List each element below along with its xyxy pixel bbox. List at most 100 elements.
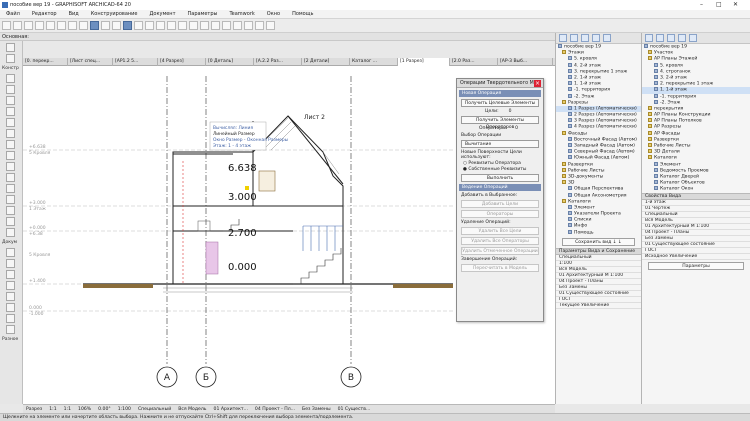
tab-1[interactable]: [Лист спец... (68, 57, 113, 66)
pen-set-select[interactable]: 01 Архитект... (214, 407, 248, 412)
delete-all-targets-button[interactable]: Удалить Все Цели (461, 227, 539, 235)
scale-select[interactable]: 1:100 (118, 407, 131, 412)
publisher-icon-2[interactable] (678, 34, 686, 42)
beam-tool-icon[interactable] (6, 96, 15, 105)
print-icon[interactable] (35, 21, 44, 30)
get-targets-button[interactable]: Получить Целевые Элементы (461, 99, 539, 107)
navigator-item[interactable]: Помощь (556, 229, 641, 236)
guide-icon[interactable] (101, 21, 110, 30)
rotation-angle[interactable]: 0.00° (98, 407, 111, 412)
navigator-prop-row[interactable]: Текущее Увеличение (556, 303, 641, 309)
cursor-snap-icon[interactable] (90, 21, 99, 30)
delete-all-operators-button[interactable]: Удалить Все Операторы (461, 237, 539, 245)
tab-5[interactable]: [A.2.2 Раз... (254, 57, 302, 66)
tab-4[interactable]: [0 Деталь] (206, 57, 254, 66)
override-select[interactable]: Без Замены (302, 407, 331, 412)
menu-window[interactable]: Окно (267, 11, 280, 17)
zone-tool-icon[interactable] (6, 206, 15, 215)
add-targets-button[interactable]: Добавить Цели (461, 200, 539, 208)
dimension-tool-icon[interactable] (6, 248, 15, 257)
column-tool-icon[interactable] (6, 85, 15, 94)
arc-tool-icon[interactable] (6, 314, 15, 323)
execute-button[interactable]: Выполнить (461, 174, 539, 182)
maximize-button[interactable]: □ (716, 1, 722, 8)
orbit-icon[interactable] (255, 21, 264, 30)
tab-2[interactable]: [АР1.2 5... (113, 57, 158, 66)
add-operators-button[interactable]: Операторы (461, 210, 539, 218)
marquee-tool-icon[interactable] (6, 54, 15, 63)
quick-option-0[interactable]: Разрез (26, 407, 42, 412)
renovation-select[interactable]: 01 Существ... (338, 407, 371, 412)
navigator-item[interactable]: Южный Фасад (Автом) (556, 155, 641, 161)
layout-book-icon-2[interactable] (667, 34, 675, 42)
view-settings-button[interactable]: Параметры (648, 261, 744, 270)
zoom-in-icon[interactable] (211, 21, 220, 30)
arrow-icon[interactable] (68, 21, 77, 30)
radio-operator-attributes[interactable]: ○ Реквизиты Оператора (463, 161, 537, 166)
view-map-icon-2[interactable] (656, 34, 664, 42)
project-map-icon-2[interactable] (645, 34, 653, 42)
redo-icon[interactable] (57, 21, 66, 30)
menu-teamwork[interactable]: Teamwork (229, 11, 254, 17)
shell-tool-icon[interactable] (6, 129, 15, 138)
navigator-props-header[interactable]: Параметры Вида и Сохранение (556, 247, 641, 255)
organizer-icon[interactable] (603, 34, 611, 42)
tab-9[interactable]: [2.0 Раз... (450, 57, 498, 66)
label-tool-icon[interactable] (6, 281, 15, 290)
layer-icon[interactable] (134, 21, 143, 30)
window-tool-icon[interactable] (6, 162, 15, 171)
3d-window-icon[interactable] (156, 21, 165, 30)
toolbox-group-design[interactable]: Констр (0, 65, 22, 72)
section-link-operations[interactable]: Ведение Операций (459, 184, 541, 191)
view-prop-row[interactable]: Исходное Увеличение (642, 254, 750, 260)
quick-option-2[interactable]: 1:1 (64, 407, 71, 412)
menu-edit[interactable]: Редактор (32, 11, 57, 17)
quick-option-1[interactable]: 1:1 (49, 407, 56, 412)
marquee-icon[interactable] (79, 21, 88, 30)
stair-tool-icon[interactable] (6, 173, 15, 182)
suspend-groups-icon[interactable] (123, 21, 132, 30)
trace-icon[interactable] (145, 21, 154, 30)
arrow-tool-icon[interactable] (6, 43, 15, 52)
line-tool-icon[interactable] (6, 303, 15, 312)
slab-tool-icon[interactable] (6, 107, 15, 116)
open-icon[interactable] (13, 21, 22, 30)
zoom-out-icon[interactable] (222, 21, 231, 30)
tab-10[interactable]: [АР-3 Выб... (498, 57, 553, 66)
morph-tool-icon[interactable] (6, 217, 15, 226)
recalculate-button[interactable]: Пересчитать в Модель (461, 264, 539, 272)
skylight-tool-icon[interactable] (6, 140, 15, 149)
model-view-select[interactable]: Вся Модель (178, 407, 206, 412)
menu-document[interactable]: Документ (150, 11, 176, 17)
roof-tool-icon[interactable] (6, 118, 15, 127)
publisher-icon[interactable] (592, 34, 600, 42)
menu-options[interactable]: Параметры (188, 11, 218, 17)
menu-help[interactable]: Помощь (292, 11, 313, 17)
navigator-item[interactable]: 4 Разрез (Автоматически) (556, 124, 641, 130)
section-new-operation[interactable]: Новая Операция (459, 90, 541, 97)
layer-combo-select[interactable]: Специальный (138, 407, 171, 412)
menu-view[interactable]: Вид (69, 11, 79, 17)
measure-icon[interactable] (266, 21, 275, 30)
save-view-button[interactable]: Сохранить вид ↓ ↓ (562, 237, 635, 246)
curtain-wall-tool-icon[interactable] (6, 195, 15, 204)
grid-snap-icon[interactable] (112, 21, 121, 30)
tab-8-active[interactable]: [1 Разрез] (398, 57, 450, 66)
toolbox-group-document[interactable]: Докум (0, 239, 22, 246)
view-map-icon[interactable] (570, 34, 578, 42)
settings-icon[interactable] (689, 34, 697, 42)
new-icon[interactable] (2, 21, 11, 30)
text-tool-icon[interactable] (6, 270, 15, 279)
palette-title[interactable]: Операции Твердотельного М... (457, 79, 543, 88)
polyline-tool-icon[interactable] (6, 325, 15, 334)
model-view-options-select[interactable]: 04 Проект - Пл... (255, 407, 295, 412)
fit-window-icon[interactable] (233, 21, 242, 30)
operation-select[interactable]: Вычитание (461, 140, 539, 148)
toolbox-group-more[interactable]: Разное (0, 336, 22, 343)
wall-tool-icon[interactable] (6, 74, 15, 83)
get-operators-button[interactable]: Получить Элементы Операторов (461, 116, 539, 130)
door-tool-icon[interactable] (6, 151, 15, 160)
render-icon[interactable] (178, 21, 187, 30)
palette-close-button[interactable]: × (534, 80, 541, 87)
publish-icon[interactable] (200, 21, 209, 30)
